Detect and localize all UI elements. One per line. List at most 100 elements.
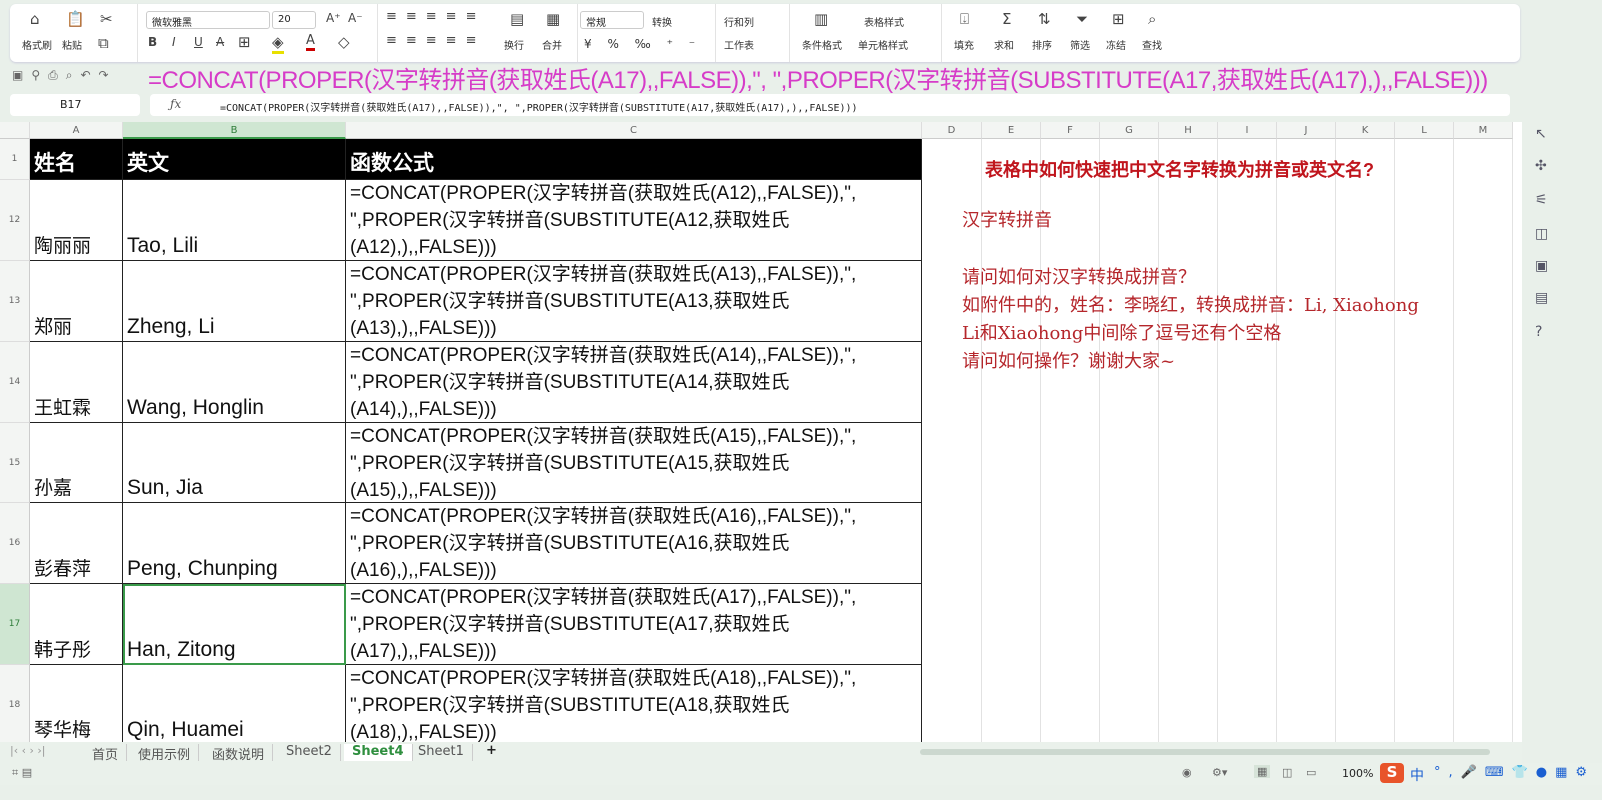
cond-format-button[interactable]: 条件格式 — [802, 37, 842, 52]
fill-icon[interactable]: ⍗ — [960, 10, 969, 28]
paste-button[interactable]: 粘贴 — [62, 37, 82, 52]
font-color-icon[interactable]: A — [306, 33, 315, 51]
column-header[interactable]: K — [1336, 122, 1395, 139]
column-header[interactable]: I — [1218, 122, 1277, 139]
formula-cell[interactable]: =CONCAT(PROPER(汉字转拼音(获取姓氏(A13),,FALSE)),… — [346, 261, 922, 342]
horizontal-scrollbar[interactable] — [920, 749, 1490, 755]
currency-percent-icons[interactable]: ¥ % ‰ ⁺ ⁻ — [584, 37, 701, 51]
row-header[interactable]: 13 — [0, 261, 30, 342]
english-name-cell[interactable]: Sun, Jia — [123, 423, 346, 503]
formula-bar[interactable]: ƒx =CONCAT(PROPER(汉字转拼音(获取姓氏(A17),,FALSE… — [150, 94, 1510, 116]
panel-icon[interactable]: ▤ — [1535, 290, 1548, 306]
english-name-cell[interactable]: Peng, Chunping — [123, 503, 346, 584]
macro-icon[interactable]: ⌗ ▤ — [12, 766, 32, 780]
eye-icon[interactable]: ◉ — [1182, 766, 1192, 779]
ime-language[interactable]: 中 — [1410, 765, 1424, 785]
normal-view-icon[interactable]: ▦ — [1254, 765, 1271, 778]
row-header[interactable]: 1 — [0, 139, 30, 180]
font-size-select[interactable]: 20 — [272, 11, 316, 29]
tab-nav-icons[interactable]: |‹ ‹ › ›| — [10, 744, 46, 757]
name-box[interactable]: B17 — [10, 94, 140, 116]
copy-icon[interactable]: ⧉ — [98, 34, 109, 52]
border-icon[interactable]: ⊞ — [238, 33, 251, 51]
header-cell-c[interactable]: 函数公式 — [346, 139, 922, 180]
header-cell-a[interactable]: 姓名 — [30, 139, 123, 180]
row-header[interactable]: 14 — [0, 342, 30, 423]
find-button[interactable]: 查找 — [1142, 37, 1162, 52]
spreadsheet-grid[interactable]: A B C D E F G H I J K L M 1 姓名 英文 函数公式 12 陶丽丽 Tao, Lili =CON… — [0, 122, 1522, 742]
tools-icon[interactable]: ✣ — [1535, 158, 1547, 174]
help-icon[interactable]: ? — [1535, 324, 1542, 340]
sheet-tab[interactable]: Sheet1 — [410, 744, 473, 761]
fill-button[interactable]: 填充 — [954, 37, 974, 52]
english-name-cell[interactable]: Zheng, Li — [123, 261, 346, 342]
name-cell[interactable]: 琴华梅 — [30, 665, 123, 742]
format-painter-icon[interactable]: ⌂ — [30, 10, 40, 28]
name-cell[interactable]: 郑丽 — [30, 261, 123, 342]
reading-view-icon[interactable]: ▭ — [1306, 766, 1316, 779]
sheet-tab[interactable]: Sheet4 — [344, 744, 413, 761]
row-header[interactable]: 18 — [0, 665, 30, 742]
formula-cell[interactable]: =CONCAT(PROPER(汉字转拼音(获取姓氏(A12),,FALSE)),… — [346, 180, 922, 261]
header-cell-b[interactable]: 英文 — [123, 139, 346, 180]
underline-icon[interactable]: U — [194, 35, 203, 49]
english-name-cell[interactable]: Qin, Huamei — [123, 665, 346, 742]
row-header[interactable]: 15 — [0, 423, 30, 503]
decrease-font-icon[interactable]: A⁻ — [348, 11, 363, 25]
comment-icon[interactable]: ◫ — [1535, 226, 1548, 242]
view-settings-icon[interactable]: ⚙▾ — [1212, 766, 1227, 779]
sheet-tab[interactable]: 函数说明 — [204, 744, 274, 763]
select-all-corner[interactable] — [0, 122, 30, 139]
name-cell[interactable]: 孙嘉 — [30, 423, 123, 503]
name-cell[interactable]: 陶丽丽 — [30, 180, 123, 261]
column-header[interactable]: D — [922, 122, 982, 139]
quick-access-icons[interactable]: ▣⚲⎙⌕↶↷ — [12, 68, 117, 83]
add-sheet-button[interactable]: + — [486, 743, 497, 758]
ime-toolbar-icons[interactable]: °,🎤⌨👕●▦⚙ — [1434, 765, 1595, 780]
chart-icon[interactable]: ▣ — [1535, 258, 1548, 274]
merge-button[interactable]: 合并 — [542, 37, 562, 52]
formula-cell[interactable]: =CONCAT(PROPER(汉字转拼音(获取姓氏(A17),,FALSE)),… — [346, 584, 922, 665]
formula-cell[interactable]: =CONCAT(PROPER(汉字转拼音(获取姓氏(A16),,FALSE)),… — [346, 503, 922, 584]
name-cell[interactable]: 彭春萍 — [30, 503, 123, 584]
sort-button[interactable]: 排序 — [1032, 37, 1052, 52]
sort-icon[interactable]: ⇅ — [1038, 10, 1051, 28]
page-view-icon[interactable]: ◫ — [1282, 766, 1292, 779]
convert-button[interactable]: 转换 — [652, 14, 672, 29]
formula-cell[interactable]: =CONCAT(PROPER(汉字转拼音(获取姓氏(A18),,FALSE)),… — [346, 665, 922, 742]
freeze-icon[interactable]: ⊞ — [1112, 10, 1125, 28]
sheet-tab[interactable]: 首页 — [84, 744, 128, 763]
sheet-tab[interactable]: 使用示例 — [130, 744, 200, 763]
sheet-tab[interactable]: Sheet2 — [278, 744, 341, 761]
zoom-level[interactable]: 100% — [1342, 767, 1373, 780]
fill-color-icon[interactable]: ◈ — [272, 33, 284, 54]
find-icon[interactable]: ⌕ — [1148, 10, 1156, 28]
column-header[interactable]: M — [1454, 122, 1513, 139]
sum-icon[interactable]: Σ — [1002, 10, 1011, 28]
row-header[interactable]: 17 — [0, 584, 30, 665]
formula-cell[interactable]: =CONCAT(PROPER(汉字转拼音(获取姓氏(A15),,FALSE)),… — [346, 423, 922, 503]
column-header[interactable]: F — [1041, 122, 1100, 139]
worksheet-button[interactable]: 工作表 — [724, 37, 754, 52]
row-header[interactable]: 12 — [0, 180, 30, 261]
clear-icon[interactable]: ◇ — [338, 33, 350, 51]
format-painter-button[interactable]: 格式刷 — [22, 37, 52, 52]
cell-style-button[interactable]: 单元格样式 — [858, 37, 908, 52]
column-header[interactable]: J — [1277, 122, 1336, 139]
increase-font-icon[interactable]: A⁺ — [326, 11, 341, 25]
strikethrough-icon[interactable]: A — [216, 35, 224, 49]
merge-icon[interactable]: ▦ — [546, 10, 560, 28]
row-header[interactable]: 16 — [0, 503, 30, 584]
column-header[interactable]: E — [982, 122, 1041, 139]
filter-icon[interactable]: ⏷ — [1076, 10, 1088, 28]
fx-icon[interactable]: ƒx — [170, 97, 181, 111]
name-cell[interactable]: 王虹霖 — [30, 342, 123, 423]
cond-format-icon[interactable]: ▥ — [814, 10, 828, 28]
freeze-button[interactable]: 冻结 — [1106, 37, 1126, 52]
column-header[interactable]: G — [1100, 122, 1159, 139]
column-header[interactable]: H — [1159, 122, 1218, 139]
font-name-select[interactable]: 微软雅黑 — [146, 11, 270, 29]
column-header[interactable]: A — [30, 122, 123, 139]
name-cell[interactable]: 韩子彤 — [30, 584, 123, 665]
align-icons[interactable]: ≡≡≡≡≡ — [386, 9, 485, 24]
